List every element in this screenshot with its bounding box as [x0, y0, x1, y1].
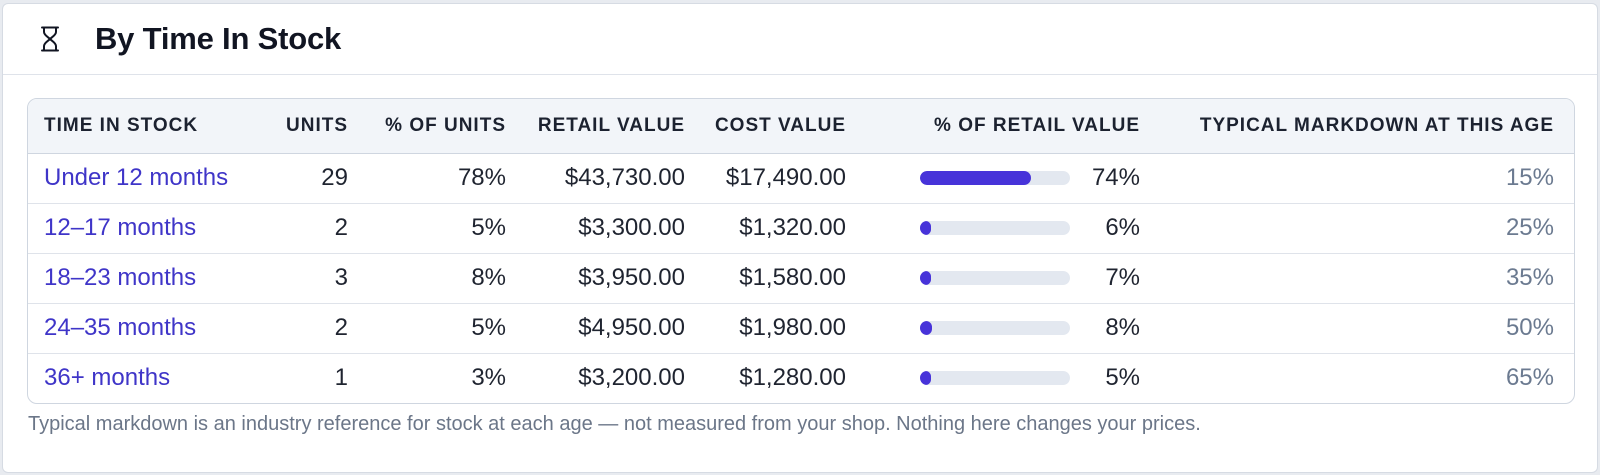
typical-markdown-cell: 65%	[1162, 352, 1574, 403]
time-in-stock-table: Time In Stock Units % of Units Retail Va…	[27, 98, 1575, 404]
row-label-cell: 12–17 months	[28, 202, 270, 253]
progress-bar-track	[920, 271, 1070, 285]
hourglass-icon	[39, 25, 61, 53]
typical-markdown-cell: 25%	[1162, 202, 1574, 253]
pct-retail-value: 74%	[1091, 164, 1140, 191]
row-label-cell: Under 12 months	[28, 153, 270, 203]
pct-retail-value: 8%	[1105, 314, 1140, 341]
cost-value-cell: $1,320.00	[707, 202, 868, 253]
row-label-link[interactable]: 18–23 months	[44, 264, 196, 291]
row-label-link[interactable]: 36+ months	[44, 364, 170, 391]
pct-retail-value: 5%	[1105, 364, 1140, 392]
progress-bar-fill	[920, 321, 932, 335]
units-cell: 29	[321, 164, 348, 191]
time-in-stock-card: By Time In Stock Time In Stock Units % o…	[2, 3, 1598, 473]
pct-units-cell: 5%	[370, 202, 528, 253]
footnote: Typical markdown is an industry referenc…	[28, 413, 1201, 435]
pct-units-cell: 5%	[370, 302, 528, 353]
typical-markdown-cell: 35%	[1162, 252, 1574, 303]
column-header-units: Units	[270, 99, 370, 154]
table-row: 18–23 months 3 8% $3,950.00 $1,580.00 7% 35%	[28, 252, 1574, 303]
pct-retail-value: 7%	[1105, 264, 1140, 291]
pct-units-cell: 8%	[370, 252, 528, 303]
retail-value-cell: $43,730.00	[564, 164, 685, 191]
progress-bar-fill	[920, 171, 1031, 185]
table-header-row: Time In Stock Units % of Units Retail Va…	[28, 99, 1574, 154]
table-row: 12–17 months 2 5% $3,300.00 $1,320.00 6% 25%	[28, 202, 1574, 253]
card-title: By Time In Stock	[95, 21, 342, 56]
pct-retail-cell: 8%	[868, 302, 1162, 353]
table-row: 24–35 months 2 5% $4,950.00 $1,980.00 8% 50%	[28, 302, 1574, 353]
pct-retail-value: 6%	[1105, 214, 1140, 241]
progress-bar-track	[920, 221, 1070, 235]
row-label-link[interactable]: Under 12 months	[44, 164, 228, 191]
table-row: Under 12 months 29 78% $43,730.00 $17,490.00…	[28, 153, 1574, 203]
column-header-pct-retail-value: % of Retail Value	[868, 99, 1162, 154]
pct-units-cell: 3%	[370, 352, 528, 403]
retail-value-cell: $3,200.00	[528, 352, 707, 403]
retail-value-cell: $3,950.00	[528, 252, 707, 303]
row-label-cell: 36+ months	[28, 352, 270, 403]
typical-markdown-cell: 15%	[1505, 164, 1554, 191]
units-cell: 1	[270, 352, 370, 403]
progress-bar-fill	[920, 221, 931, 235]
pct-retail-cell: 5%	[868, 352, 1162, 403]
progress-bar-track	[920, 171, 1070, 185]
column-header-typical-markdown: Typical Markdown At This Age	[1162, 99, 1574, 154]
cost-value-cell: $1,980.00	[707, 302, 868, 353]
column-header-cost-value: Cost Value	[707, 99, 868, 154]
cost-value-cell: $1,280.00	[707, 352, 868, 403]
column-header-time-in-stock: Time In Stock	[28, 99, 270, 154]
pct-retail-cell: 74%	[868, 153, 1162, 203]
retail-value-cell: $4,950.00	[528, 302, 707, 353]
units-cell: 3	[270, 252, 370, 303]
retail-value-cell: $3,300.00	[528, 202, 707, 253]
pct-units-cell: 78%	[457, 164, 506, 191]
units-cell: 2	[270, 202, 370, 253]
card-header: By Time In Stock	[3, 4, 1597, 75]
row-label-cell: 18–23 months	[28, 252, 270, 303]
cost-value-cell: $17,490.00	[725, 164, 846, 191]
units-cell: 2	[270, 302, 370, 353]
pct-retail-cell: 7%	[868, 252, 1162, 303]
progress-bar-fill	[920, 371, 931, 386]
progress-bar-track	[920, 321, 1070, 335]
cost-value-cell: $1,580.00	[707, 252, 868, 303]
row-label-cell: 24–35 months	[28, 302, 270, 353]
progress-bar-track	[920, 371, 1070, 386]
row-label-link[interactable]: 24–35 months	[44, 314, 196, 341]
row-label-link[interactable]: 12–17 months	[44, 214, 196, 241]
table-row: 36+ months 1 3% $3,200.00 $1,280.00 5% 65%	[28, 352, 1574, 403]
pct-retail-cell: 6%	[868, 202, 1162, 253]
typical-markdown-cell: 50%	[1162, 302, 1574, 353]
progress-bar-fill	[920, 271, 931, 285]
column-header-retail-value: Retail Value	[528, 99, 707, 154]
column-header-pct-units: % of Units	[370, 99, 528, 154]
